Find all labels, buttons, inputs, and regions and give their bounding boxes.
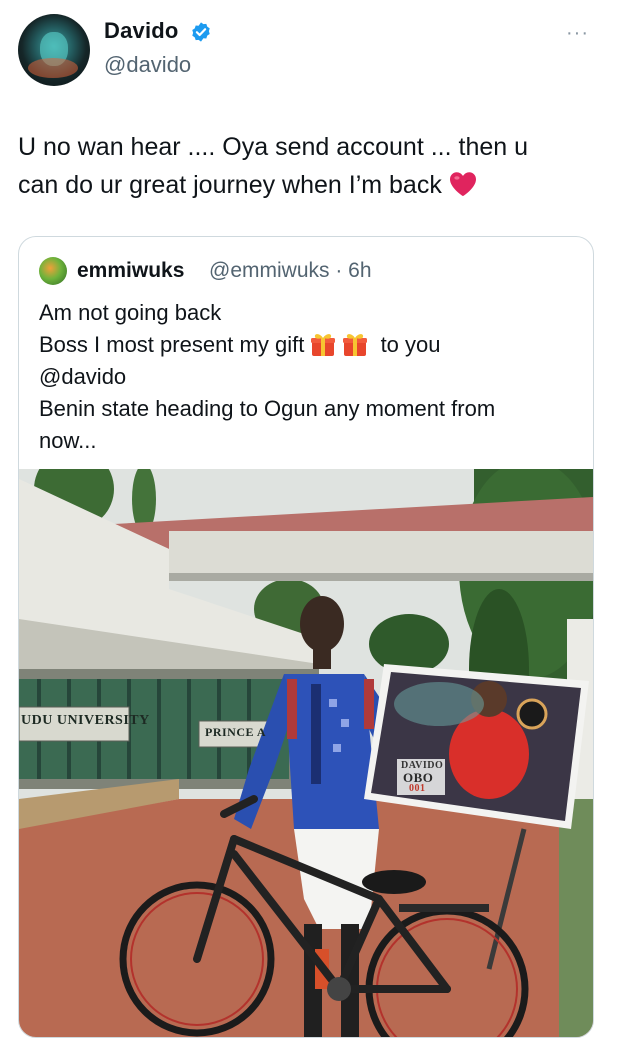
gift-emoji xyxy=(311,334,336,356)
sign-prince: PRINCE A xyxy=(205,725,267,739)
photo-scene xyxy=(19,469,593,1037)
sign-university: UDU UNIVERSITY xyxy=(21,713,150,728)
author-handle[interactable]: @davido xyxy=(104,52,191,78)
author-avatar[interactable] xyxy=(18,14,90,86)
quoted-line-2: Boss I most present my gift to you xyxy=(39,329,579,361)
tweet-line-1: U no wan hear .... Oya send account ... … xyxy=(18,133,529,161)
quoted-line-2-post: to you xyxy=(380,332,441,357)
quoted-mention[interactable]: @davido xyxy=(39,361,579,393)
more-options-icon[interactable]: ··· xyxy=(566,22,589,45)
author-name[interactable]: Davido xyxy=(104,18,179,44)
quoted-author-handle[interactable]: @emmiwuks · 6h xyxy=(209,259,372,283)
tweet-line-2-text: can do ur great journey when I’m back xyxy=(18,171,442,199)
quoted-text: Am not going back Boss I most present my… xyxy=(39,297,579,457)
tweet-text: U no wan hear .... Oya send account ... … xyxy=(18,128,598,204)
quoted-timestamp: · 6h xyxy=(335,259,372,282)
tweet-line-2: can do ur great journey when I’m back xyxy=(18,166,598,204)
quoted-line-5: now... xyxy=(39,428,97,453)
attached-photo[interactable]: UDU UNIVERSITY PRINCE A DAVIDO OBO 001 xyxy=(19,469,593,1037)
red-heart-emoji xyxy=(449,172,476,197)
quoted-tweet-card[interactable]: emmiwuks @emmiwuks · 6h Am not going bac… xyxy=(18,236,594,1038)
quoted-line-4: Benin state heading to Ogun any moment f… xyxy=(39,396,496,421)
verified-badge-icon xyxy=(192,22,210,42)
quoted-avatar[interactable] xyxy=(39,257,67,285)
quoted-line-1: Am not going back xyxy=(39,300,222,325)
quoted-author-name[interactable]: emmiwuks xyxy=(77,259,184,283)
banner-number: 001 xyxy=(409,783,426,794)
quoted-line-2-pre: Boss I most present my gift xyxy=(39,332,305,357)
quoted-handle-text: @emmiwuks xyxy=(209,259,330,282)
gift-emoji xyxy=(343,334,368,356)
